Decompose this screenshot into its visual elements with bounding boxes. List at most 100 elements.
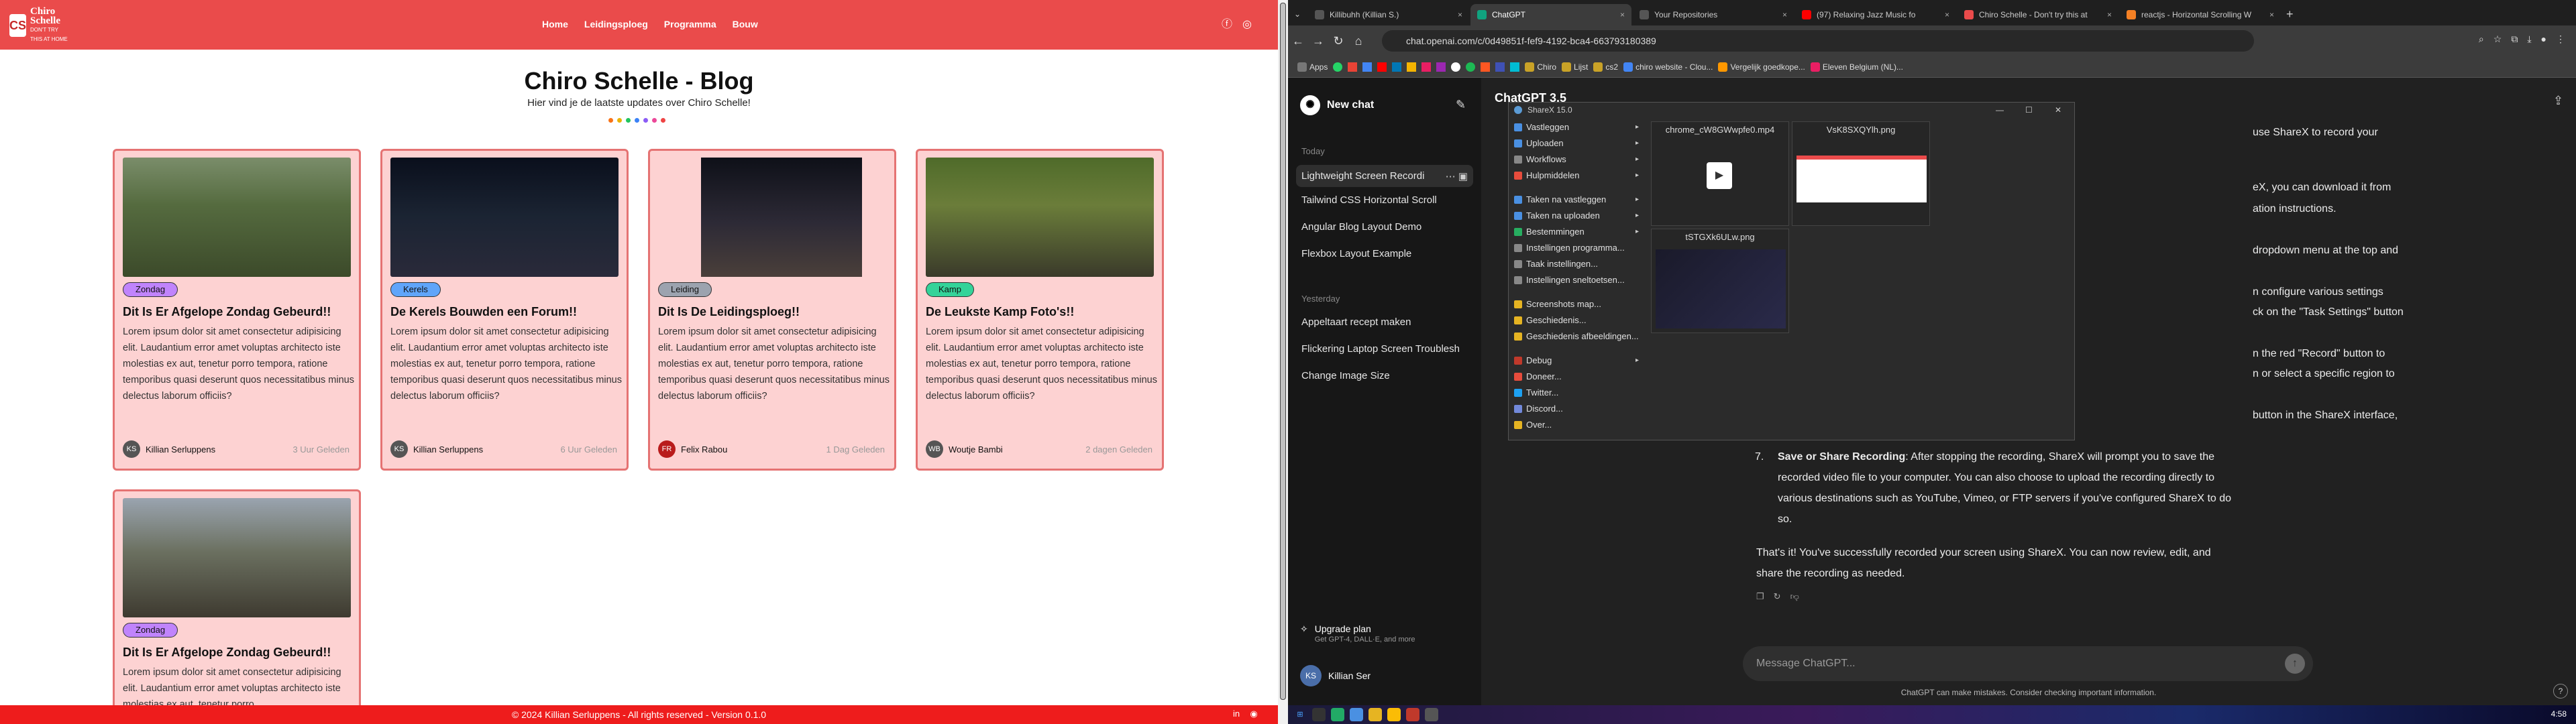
new-chat-button[interactable]: ✺ New chat: [1300, 95, 1374, 115]
sharex-menu-item[interactable]: Bestemmingen ▸: [1514, 227, 1642, 237]
sharex-menu-item[interactable]: Over...: [1514, 420, 1642, 430]
sharex-menu-item[interactable]: Workflows ▸: [1514, 154, 1642, 164]
bookmark-folder-cs2[interactable]: cs2: [1593, 62, 1618, 72]
blog-scrollbar[interactable]: [1278, 0, 1288, 724]
sharex-menu-item[interactable]: Discord...: [1514, 404, 1642, 414]
facebook-icon[interactable]: ⓕ: [1221, 19, 1233, 31]
sharex-menu-item[interactable]: Taken na vastleggen ▸: [1514, 194, 1642, 204]
blog-logo[interactable]: CS Chiro Schelle DON'T TRY THIS AT HOME: [9, 7, 70, 42]
close-icon[interactable]: ×: [1945, 10, 1949, 19]
browser-tab[interactable]: Killibuhh (Killian S.) ×: [1308, 4, 1469, 25]
sharex-menu-item[interactable]: Hulpmiddelen ▸: [1514, 170, 1642, 180]
new-tab-icon[interactable]: +: [2286, 7, 2294, 21]
sharex-file-thumbnail[interactable]: VsK8SXQYlh.png: [1792, 121, 1930, 226]
download-icon[interactable]: ⤓: [2527, 34, 2531, 45]
bookmark-folder-chiro[interactable]: Chiro: [1525, 62, 1556, 72]
history-item[interactable]: Appeltaart recept maken: [1301, 316, 1469, 328]
whatsapp-icon[interactable]: [1333, 62, 1343, 72]
blog-card[interactable]: Zondag Dit Is Er Afgelope Zondag Gebeurd…: [113, 489, 361, 711]
sharex-file-thumbnail[interactable]: chrome_cW8GWwpfe0.mp4 ▶: [1651, 121, 1789, 226]
sharex-menu-item[interactable]: Debug ▸: [1514, 355, 1642, 365]
nav-programma[interactable]: Programma: [664, 19, 716, 29]
message-input[interactable]: Message ChatGPT... ↑: [1743, 646, 2313, 681]
sharex-menu-item[interactable]: Instellingen programma...: [1514, 243, 1642, 253]
close-icon[interactable]: ×: [1620, 10, 1625, 19]
history-item[interactable]: Angular Blog Layout Demo: [1301, 221, 1469, 233]
forward-icon[interactable]: →: [1308, 34, 1328, 48]
nav-bouw[interactable]: Bouw: [733, 19, 758, 29]
github-icon[interactable]: ◉: [1248, 709, 1259, 719]
bookmark-vergelijk[interactable]: Vergelijk goedkope...: [1718, 62, 1805, 72]
sharex-menu-item[interactable]: Vastleggen ▸: [1514, 122, 1642, 132]
taskbar-app-icon[interactable]: [1312, 708, 1326, 721]
sharex-menu-item[interactable]: Taken na uploaden ▸: [1514, 210, 1642, 221]
extensions-icon[interactable]: ⧉: [2511, 34, 2518, 45]
blog-card[interactable]: Leiding Dit Is De Leidingsploeg!! Lorem …: [648, 149, 896, 471]
profile-icon[interactable]: ●: [2541, 34, 2546, 45]
bookmark-icon[interactable]: [1481, 62, 1491, 72]
sharex-menu-item[interactable]: Taak instellingen...: [1514, 259, 1642, 269]
taskbar-app-icon[interactable]: [1406, 708, 1419, 721]
tab-list-icon[interactable]: ⌄: [1288, 9, 1307, 19]
close-icon[interactable]: ✕: [2055, 103, 2061, 117]
more-icon[interactable]: ⋯ ▣: [1446, 170, 1468, 182]
sharex-menu-item[interactable]: Doneer...: [1514, 371, 1642, 381]
upgrade-plan-button[interactable]: ✧ Upgrade plan Get GPT-4, DALL·E, and more: [1300, 623, 1415, 644]
spotify-icon[interactable]: [1466, 62, 1476, 72]
bookmark-icon[interactable]: [1362, 62, 1373, 72]
browser-tab[interactable]: reactjs - Horizontal Scrolling W ×: [2120, 4, 2281, 25]
send-button[interactable]: ↑: [2285, 654, 2305, 674]
back-icon[interactable]: ←: [1288, 34, 1308, 48]
bookmark-chiro-website[interactable]: chiro website - Clou...: [1623, 62, 1713, 72]
home-icon[interactable]: ⌂: [1348, 34, 1368, 48]
zoom-icon[interactable]: ⌕: [2479, 34, 2484, 45]
bookmark-icon[interactable]: [1510, 62, 1520, 72]
minimize-icon[interactable]: —: [1996, 103, 2004, 117]
windows-icon[interactable]: ⊞: [1293, 708, 1307, 721]
sharex-menu-item[interactable]: Geschiedenis...: [1514, 315, 1642, 325]
bookmark-icon[interactable]: [1421, 62, 1432, 72]
thumbs-down-icon[interactable]: 👎︎: [1790, 591, 1799, 602]
nav-leidingsploeg[interactable]: Leidingsploeg: [584, 19, 648, 29]
regenerate-icon[interactable]: ↻: [1774, 591, 1781, 602]
browser-tab[interactable]: (97) Relaxing Jazz Music fo ×: [1795, 4, 1956, 25]
star-icon[interactable]: ☆: [2493, 34, 2502, 45]
bookmark-icon[interactable]: [1407, 62, 1417, 72]
sharex-menu-item[interactable]: Twitter...: [1514, 387, 1642, 398]
gmail-icon[interactable]: [1348, 62, 1358, 72]
instagram-icon[interactable]: ◎: [1241, 19, 1253, 31]
blog-card[interactable]: Kamp De Leukste Kamp Foto's!! Lorem ipsu…: [916, 149, 1164, 471]
taskbar-app-icon[interactable]: [1350, 708, 1363, 721]
edit-icon[interactable]: ✎: [1456, 98, 1466, 112]
close-icon[interactable]: ×: [1782, 10, 1787, 19]
sharex-menu-item[interactable]: Geschiedenis afbeeldingen...: [1514, 331, 1642, 341]
sharex-file-thumbnail[interactable]: tSTGXk6ULw.png: [1651, 229, 1789, 333]
browser-tab[interactable]: Your Repositories ×: [1633, 4, 1794, 25]
reload-icon[interactable]: ↻: [1328, 34, 1348, 48]
bookmark-folder-lijst[interactable]: Lijst: [1562, 62, 1588, 72]
chrome-icon[interactable]: [1387, 708, 1401, 721]
scrollbar-thumb[interactable]: [1280, 3, 1286, 700]
close-icon[interactable]: ×: [2269, 10, 2274, 19]
history-item[interactable]: Change Image Size: [1301, 370, 1469, 381]
maximize-icon[interactable]: ☐: [2025, 103, 2033, 117]
history-item[interactable]: Tailwind CSS Horizontal Scroll: [1301, 194, 1469, 206]
nav-home[interactable]: Home: [542, 19, 568, 29]
close-icon[interactable]: ×: [2107, 10, 2112, 19]
taskbar-app-icon[interactable]: [1331, 708, 1344, 721]
sharex-menu-item[interactable]: Uploaden ▸: [1514, 138, 1642, 148]
copy-icon[interactable]: ❐: [1756, 591, 1764, 602]
bookmark-apps[interactable]: Apps: [1297, 62, 1328, 72]
github-icon[interactable]: [1451, 62, 1461, 72]
history-item-active[interactable]: Lightweight Screen Recordi ⋯ ▣: [1296, 165, 1473, 187]
user-menu[interactable]: KS Killian Ser: [1300, 665, 1371, 686]
browser-tab[interactable]: Chiro Schelle - Don't try this at ×: [1957, 4, 2118, 25]
bookmark-icon[interactable]: [1392, 62, 1402, 72]
bookmark-eleven[interactable]: Eleven Belgium (NL)...: [1810, 62, 1903, 72]
share-icon[interactable]: ⇪: [2553, 94, 2563, 108]
browser-tab-active[interactable]: ChatGPT ×: [1470, 4, 1631, 25]
history-item[interactable]: Flickering Laptop Screen Troublesh: [1301, 343, 1469, 355]
linkedin-icon[interactable]: in: [1231, 709, 1242, 719]
menu-icon[interactable]: ⋮: [2556, 34, 2565, 45]
sharex-menu-item[interactable]: Screenshots map...: [1514, 299, 1642, 309]
